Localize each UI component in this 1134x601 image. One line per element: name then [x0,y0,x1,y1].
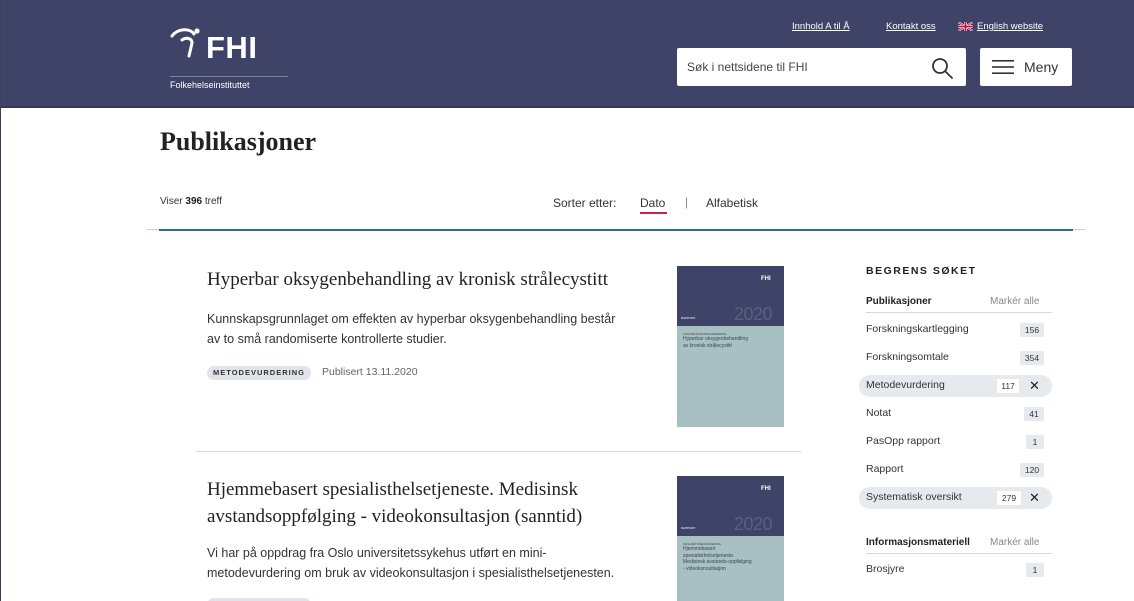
filter-label: Forskningsomtale [866,351,949,363]
result-title[interactable]: Hjemmebasert spesialisthelsetjeneste. Me… [207,476,582,530]
search-input[interactable] [677,48,917,86]
filter-count: 1 [1026,563,1044,577]
link-english-website[interactable]: English website [977,21,1043,32]
search-icon[interactable] [930,56,954,80]
hit-count: Viser 396 treff [160,196,222,207]
thumbnail-title: Hjemmebasert spesialisthelsetjeneste. Me… [683,546,752,572]
description-line: av to små randomiserte kontrollerte stud… [207,332,447,346]
filter-item[interactable]: Rapport 120 [859,459,1052,481]
sort-option-alphabetical[interactable]: Alfabetisk [706,196,758,210]
fhi-logo[interactable]: FHI Folkehelseinstituttet [170,26,310,92]
hits-suffix: treff [204,196,222,207]
remove-filter-icon[interactable]: ✕ [1029,490,1040,506]
window-edge [0,0,1,601]
description-line: metodevurdering om bruk av videokonsulta… [207,566,615,580]
filter-count: 120 [1020,463,1044,477]
hamburger-icon [992,60,1014,74]
results-divider [159,229,1073,231]
description-line: Vi har på oppdrag fra Oslo universitetss… [207,546,547,560]
title-line: avstandsoppfølging - videokonsultasjon (… [207,506,583,527]
sort-option-date[interactable]: Dato [640,196,665,210]
hits-number: 396 [185,196,203,207]
filter-item[interactable]: PasOpp rapport 1 [859,431,1052,453]
result-description: Kunnskapsgrunnlaget om effekten av hyper… [207,309,615,349]
filter-group-rule [866,312,1052,313]
filter-count: 1 [1026,435,1044,449]
filter-item[interactable]: Brosjyre 1 [859,559,1052,581]
title-line: Hjemmebasert spesialisthelsetjeneste. Me… [207,479,578,500]
site-header: FHI Folkehelseinstituttet Innhold A til … [0,0,1134,108]
link-a-to-z[interactable]: Innhold A til Å [792,21,850,32]
filter-label: Rapport [866,463,904,475]
category-tag: METODEVURDERING [207,366,311,380]
filter-item-active[interactable]: Systematisk oversikt 279 ✕ [859,487,1052,509]
filter-label: Forskningskartlegging [866,323,969,335]
thumbnail-kicker: RAPPORT [681,316,696,320]
sort-label: Sorter etter: [553,196,617,210]
thumbnail-year: 2020 [734,514,773,534]
thumbnail-header: FHI 2020 RAPPORT [677,266,784,326]
logo-text: FHI [206,30,258,65]
remove-filter-icon[interactable]: ✕ [1029,378,1040,394]
filter-group-rule [866,553,1052,554]
filter-label: Systematisk oversikt [866,491,962,503]
filter-label: Notat [866,407,892,419]
sort-separator: | [685,195,689,209]
result-title[interactable]: Hyperbar oksygenbehandling av kronisk st… [207,266,608,293]
link-contact[interactable]: Kontakt oss [886,21,936,32]
hits-prefix: Viser [160,196,183,207]
filter-title: BEGRENS SØKET [866,265,977,277]
site-search [677,48,966,86]
filter-label: Metodevurdering [866,379,945,391]
thumbnail-year: 2020 [734,304,773,324]
menu-button[interactable]: Meny [980,48,1072,86]
filter-group-heading: Publikasjoner [866,296,932,307]
filter-count: 41 [1024,407,1044,421]
filter-item-active[interactable]: Metodevurdering 117 ✕ [859,375,1052,397]
thumbnail-kicker: RAPPORT [681,526,696,530]
filter-item[interactable]: Notat 41 [859,403,1052,425]
filter-count: 354 [1020,351,1044,365]
filter-label: PasOpp rapport [866,435,941,447]
filter-count: 117 [997,379,1019,393]
result-description: Vi har på oppdrag fra Oslo universitetss… [207,543,614,583]
page: FHI Folkehelseinstituttet Innhold A til … [0,0,1134,601]
filter-label: Brosjyre [866,563,905,575]
mark-all-info-material[interactable]: Markér alle [990,537,1039,548]
menu-label: Meny [1024,59,1059,75]
publish-date: Publisert 13.11.2020 [322,366,418,378]
filter-group-heading: Informasjonsmateriell [866,537,970,548]
uk-flag-icon [958,22,973,31]
thumbnail-logo: FHI [761,276,771,282]
header-border [0,106,1134,108]
sort-active-indicator [640,212,667,214]
description-line: Kunnskapsgrunnlaget om effekten av hyper… [207,312,616,326]
report-thumbnail[interactable]: FHI 2020 RAPPORT MINI-METODEVURDERING Hj… [677,476,784,601]
thumbnail-header: FHI 2020 RAPPORT [677,476,784,536]
page-title: Publikasjoner [160,127,317,156]
filter-count: 279 [997,491,1021,505]
filter-item[interactable]: Forskningsomtale 354 [859,347,1052,369]
filter-item[interactable]: Forskningskartlegging 156 [859,319,1052,341]
rule-left [147,229,159,230]
logo-divider [170,76,288,77]
mark-all-publications[interactable]: Markér alle [990,296,1039,307]
result-separator [196,451,801,452]
logo-subtitle: Folkehelseinstituttet [170,80,250,90]
filter-count: 156 [1020,323,1044,337]
thumbnail-title: Hyperbar oksygenbehandling av kronisk st… [683,336,749,349]
thumbnail-logo: FHI [761,486,771,492]
report-thumbnail[interactable]: FHI 2020 RAPPORT KUNNSKAPSOPPSUMMERING H… [677,266,784,427]
rule-right [1073,229,1085,230]
fhi-logo-mark-icon [170,28,200,58]
